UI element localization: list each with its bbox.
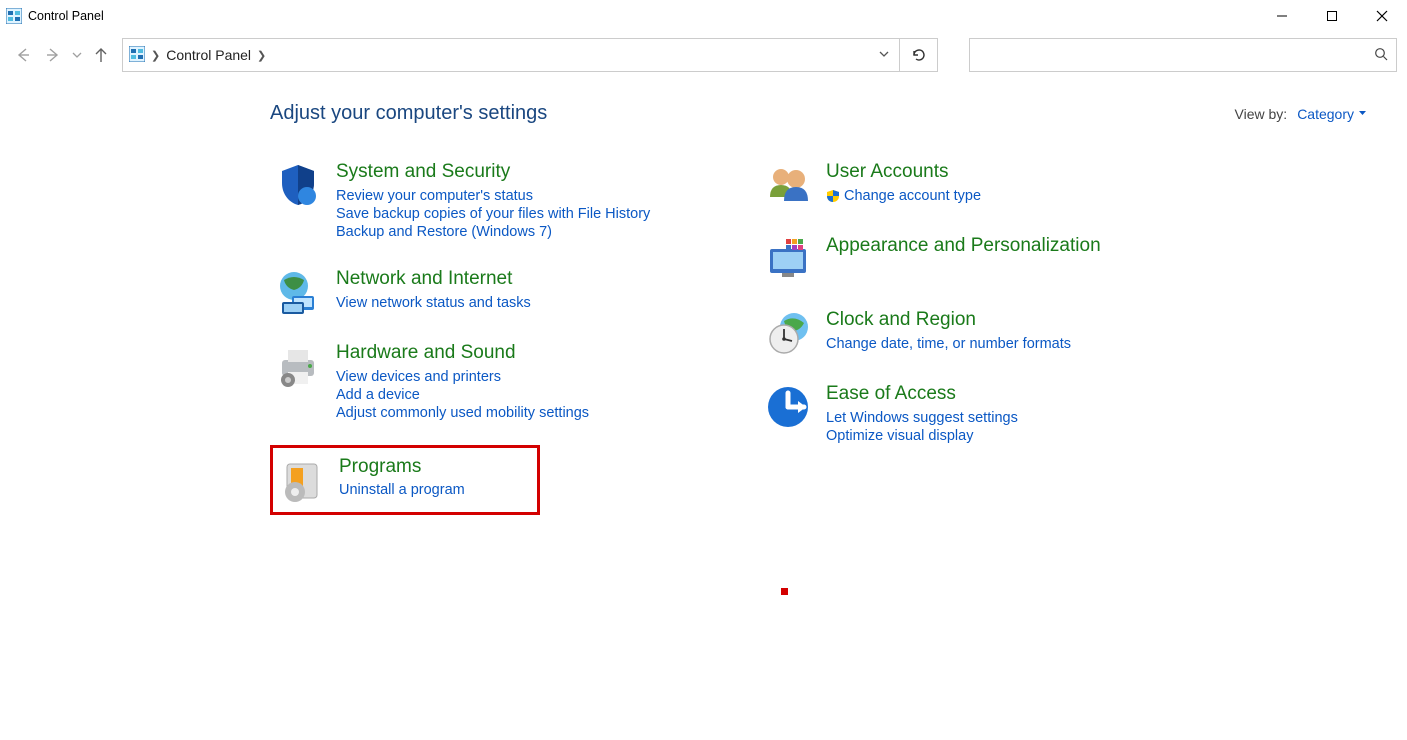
category-column-left: System and Security Review your computer… (270, 157, 700, 533)
globe-network-icon (274, 268, 322, 316)
shield-icon (274, 161, 322, 209)
category-network-internet: Network and Internet View network status… (270, 264, 700, 320)
category-hardware-sound: Hardware and Sound View devices and prin… (270, 338, 700, 427)
window-title: Control Panel (28, 9, 104, 23)
link-optimize-display[interactable]: Optimize visual display (826, 428, 1018, 444)
category-title[interactable]: Network and Internet (336, 268, 531, 291)
category-title[interactable]: Ease of Access (826, 383, 1018, 406)
category-appearance-personalization: Appearance and Personalization (760, 231, 1190, 287)
view-by-control: View by: Category (1235, 106, 1367, 122)
clock-globe-icon (764, 309, 812, 357)
category-title[interactable]: Clock and Region (826, 309, 1071, 332)
users-icon (764, 161, 812, 209)
refresh-button[interactable] (900, 38, 938, 72)
view-by-dropdown[interactable]: Category (1297, 106, 1367, 122)
link-date-time-formats[interactable]: Change date, time, or number formats (826, 336, 1071, 352)
address-bar[interactable]: ❯ Control Panel ❯ (122, 38, 900, 72)
ease-of-access-icon (764, 383, 812, 431)
category-title[interactable]: User Accounts (826, 161, 981, 184)
maximize-button[interactable] (1307, 2, 1357, 30)
category-title[interactable]: System and Security (336, 161, 650, 184)
back-button[interactable] (10, 42, 36, 68)
recent-locations-button[interactable] (70, 42, 84, 68)
link-file-history[interactable]: Save backup copies of your files with Fi… (336, 206, 650, 222)
content-area: Adjust your computer's settings View by:… (0, 78, 1407, 533)
page-heading: Adjust your computer's settings (270, 102, 547, 125)
link-add-device[interactable]: Add a device (336, 387, 589, 403)
printer-icon (274, 342, 322, 390)
search-box[interactable] (969, 38, 1397, 72)
uac-shield-icon (826, 189, 840, 203)
search-icon[interactable] (1374, 47, 1388, 64)
up-button[interactable] (88, 42, 114, 68)
breadcrumb-control-panel[interactable]: Control Panel (166, 47, 251, 63)
window-controls (1257, 2, 1407, 30)
toolbar: ❯ Control Panel ❯ (0, 32, 1407, 78)
link-backup-restore[interactable]: Backup and Restore (Windows 7) (336, 224, 650, 240)
category-title[interactable]: Programs (339, 456, 465, 479)
link-suggest-settings[interactable]: Let Windows suggest settings (826, 410, 1018, 426)
programs-icon (277, 456, 325, 504)
category-column-right: User Accounts Change account type (760, 157, 1190, 533)
view-by-label: View by: (1235, 106, 1288, 122)
red-marker (781, 588, 788, 595)
link-review-status[interactable]: Review your computer's status (336, 188, 650, 204)
category-ease-of-access: Ease of Access Let Windows suggest setti… (760, 379, 1190, 450)
category-title[interactable]: Appearance and Personalization (826, 235, 1101, 258)
address-dropdown-button[interactable] (875, 48, 893, 62)
link-network-status[interactable]: View network status and tasks (336, 295, 531, 311)
link-change-account-type[interactable]: Change account type (826, 188, 981, 204)
minimize-button[interactable] (1257, 2, 1307, 30)
link-devices-printers[interactable]: View devices and printers (336, 369, 589, 385)
search-input[interactable] (978, 46, 1374, 64)
category-clock-region: Clock and Region Change date, time, or n… (760, 305, 1190, 361)
category-system-security: System and Security Review your computer… (270, 157, 700, 246)
control-panel-icon (6, 8, 22, 24)
category-title[interactable]: Hardware and Sound (336, 342, 589, 365)
link-mobility-settings[interactable]: Adjust commonly used mobility settings (336, 405, 589, 421)
category-programs: Programs Uninstall a program (270, 445, 540, 515)
chevron-right-icon[interactable]: ❯ (257, 49, 266, 62)
control-panel-icon (129, 46, 145, 65)
monitor-colors-icon (764, 235, 812, 283)
chevron-right-icon[interactable]: ❯ (151, 49, 160, 62)
forward-button[interactable] (40, 42, 66, 68)
nav-arrows (10, 42, 114, 68)
close-button[interactable] (1357, 2, 1407, 30)
titlebar: Control Panel (0, 0, 1407, 32)
link-uninstall-program[interactable]: Uninstall a program (339, 482, 465, 498)
category-user-accounts: User Accounts Change account type (760, 157, 1190, 213)
